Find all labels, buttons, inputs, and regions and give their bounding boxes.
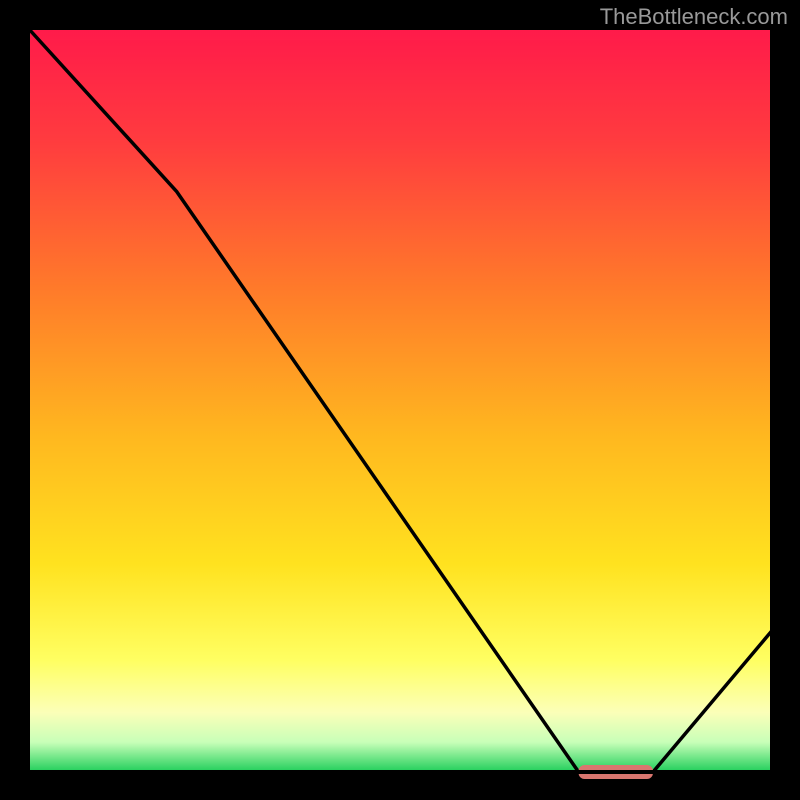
chart-svg (0, 0, 800, 800)
chart-background (28, 28, 772, 772)
watermark-text: TheBottleneck.com (600, 4, 788, 30)
